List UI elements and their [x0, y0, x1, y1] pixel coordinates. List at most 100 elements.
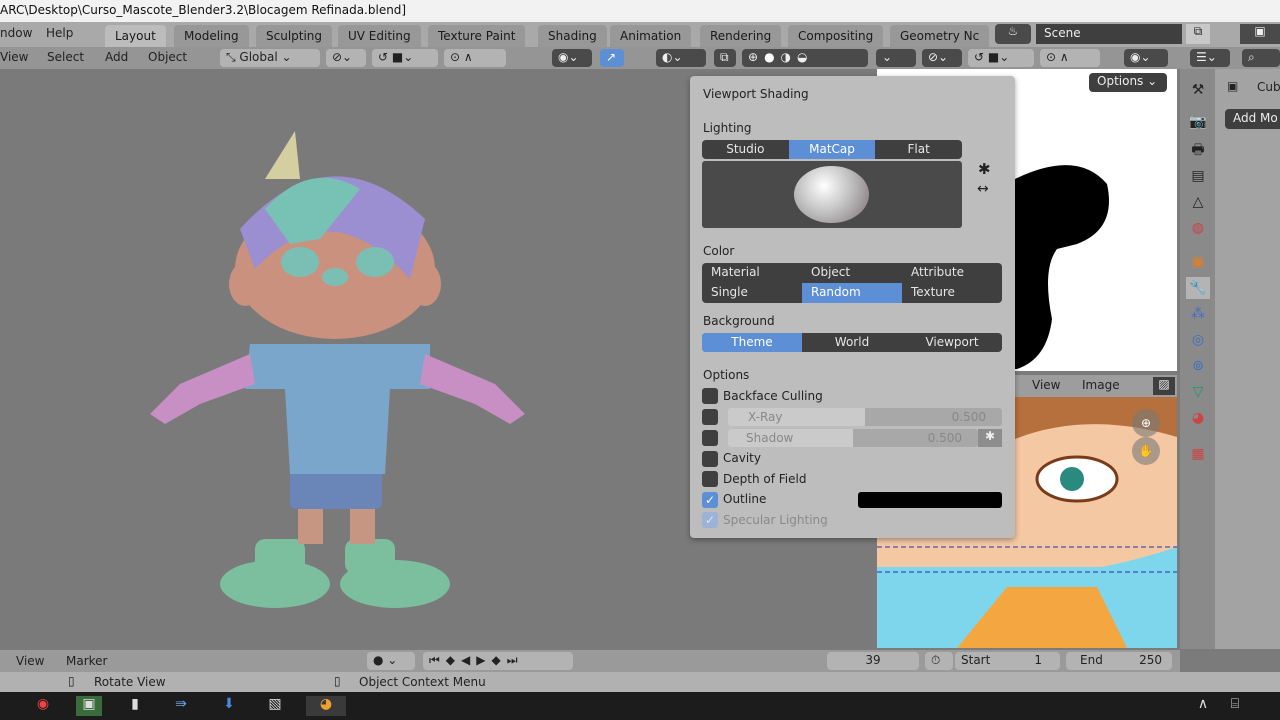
image-pivot[interactable]: ⊘⌄ — [922, 49, 962, 67]
start-frame-field[interactable]: Start 1 — [955, 652, 1060, 670]
shadow-checkbox[interactable] — [702, 430, 718, 446]
image-app-icon[interactable]: ▧ — [262, 696, 288, 716]
tray-chevron-icon[interactable]: ∧ — [1190, 696, 1216, 716]
background-world[interactable]: World — [802, 333, 902, 352]
workspace-tab-shading[interactable]: Shading — [538, 25, 607, 47]
image-proportional[interactable]: ⊙ ∧ — [1040, 49, 1100, 67]
image-menu-image[interactable]: Image — [1082, 378, 1120, 392]
menu-help[interactable]: Help — [46, 26, 73, 40]
scene-name-field[interactable]: Scene — [1036, 24, 1182, 44]
download-icon[interactable]: ⬇ — [216, 696, 242, 716]
color-texture[interactable]: Texture — [902, 283, 1002, 303]
color-single[interactable]: Single — [702, 283, 802, 303]
xray-toggle[interactable]: ⧉ — [714, 49, 736, 67]
view-layer-icon[interactable]: ▣ — [1240, 24, 1280, 44]
menu-object[interactable]: Object — [148, 50, 187, 64]
new-scene-icon[interactable]: ⧉ — [1186, 24, 1210, 44]
color-material[interactable]: Material — [702, 263, 802, 283]
depth-of-field-checkbox[interactable] — [702, 471, 718, 487]
outline-color-swatch[interactable] — [858, 492, 1002, 508]
file-icon[interactable]: ▮ — [122, 696, 148, 716]
specular-lighting-checkbox[interactable]: ✓ — [702, 512, 718, 528]
timeline-menu-marker[interactable]: Marker — [66, 654, 107, 668]
texture-tab-icon[interactable]: ▦ — [1186, 443, 1210, 465]
scene-tab-icon[interactable]: △ — [1186, 191, 1210, 213]
xray-slider[interactable]: X-Ray 0.500 — [728, 408, 1002, 426]
terminal-app-icon[interactable]: ▣ — [76, 696, 102, 716]
tool-tab-icon[interactable]: ⚒ — [1186, 79, 1210, 101]
add-modifier-button[interactable]: Add Mo — [1225, 109, 1280, 129]
hand-pan-icon[interactable]: ✋ — [1132, 437, 1160, 465]
matcap-preview[interactable] — [702, 161, 962, 228]
gizmo-toggle[interactable]: ↗ — [600, 49, 624, 67]
proportional-edit[interactable]: ⊙ ∧ — [444, 49, 506, 67]
chrome-icon[interactable]: ◉ — [30, 696, 56, 716]
view-layer-tab-icon[interactable]: ▤ — [1186, 165, 1210, 187]
menu-window[interactable]: ndow — [0, 26, 32, 40]
orientation-dropdown[interactable]: ⤡ Global ⌄ — [220, 49, 320, 67]
workspace-tab-layout[interactable]: Layout — [105, 25, 166, 47]
world-tab-icon[interactable]: ◍ — [1186, 217, 1210, 239]
outline-checkbox[interactable]: ✓ — [702, 492, 718, 508]
workspace-tab-compositing[interactable]: Compositing — [788, 25, 884, 47]
workspace-tab-animation[interactable]: Animation — [610, 25, 692, 47]
gear-icon[interactable]: ✱ — [978, 160, 991, 178]
visibility-dropdown[interactable]: ◉⌄ — [552, 49, 592, 67]
backface-culling-checkbox[interactable] — [702, 388, 718, 404]
end-frame-field[interactable]: End 250 — [1066, 652, 1172, 670]
menu-select[interactable]: Select — [47, 50, 84, 64]
workspace-tab-texture-paint[interactable]: Texture Paint — [428, 25, 526, 47]
workspace-tab-uv-editing[interactable]: UV Editing — [338, 25, 421, 47]
menu-add[interactable]: Add — [105, 50, 128, 64]
render-tab-icon[interactable]: 📷 — [1186, 111, 1210, 133]
object-tab-icon[interactable]: ▣ — [1186, 251, 1210, 273]
image-snap[interactable]: ↺ ■⌄ — [968, 49, 1034, 67]
pivot-dropdown[interactable]: ⊘⌄ — [326, 49, 366, 67]
lighting-flat[interactable]: Flat — [875, 140, 962, 159]
shadow-settings-gear-icon[interactable]: ✱ — [978, 429, 1002, 447]
lighting-studio[interactable]: Studio — [702, 140, 789, 159]
xray-checkbox[interactable] — [702, 409, 718, 425]
options-dropdown[interactable]: Options ⌄ — [1089, 73, 1167, 92]
menu-view[interactable]: View — [0, 50, 28, 64]
stopwatch-icon[interactable]: ⏱ — [925, 652, 953, 670]
workspace-tab-sculpting[interactable]: Sculpting — [256, 25, 333, 47]
lighting-matcap[interactable]: MatCap — [788, 140, 876, 159]
output-tab-icon[interactable]: 🖶 — [1186, 139, 1210, 161]
search-icon[interactable]: ⌕ — [1242, 49, 1280, 67]
workspace-tab-rendering[interactable]: Rendering — [700, 25, 782, 47]
modifier-tab-icon[interactable]: 🔧 — [1186, 277, 1210, 299]
current-frame-field[interactable]: 39 — [827, 652, 919, 670]
editor-type-icon[interactable]: ☰⌄ — [1190, 49, 1230, 67]
color-random[interactable]: Random — [802, 283, 902, 303]
color-object[interactable]: Object — [802, 263, 902, 283]
particles-tab-icon[interactable]: ⁂ — [1186, 303, 1210, 325]
color-attribute[interactable]: Attribute — [902, 263, 1002, 283]
data-tab-icon[interactable]: ▽ — [1186, 381, 1210, 403]
playback-controls[interactable]: ⏮◆◀▶◆⏭ — [423, 652, 573, 670]
physics-tab-icon[interactable]: ◎ — [1186, 329, 1210, 351]
background-viewport[interactable]: Viewport — [902, 333, 1002, 352]
record-button[interactable]: ● ⌄ — [367, 652, 415, 670]
solid-shading-icon[interactable]: ● — [764, 50, 780, 64]
timeline-menu-view[interactable]: View — [16, 654, 44, 668]
tray-icon[interactable]: ⌸ — [1222, 696, 1248, 716]
workspace-tab-modeling[interactable]: Modeling — [174, 25, 249, 47]
scene-icon[interactable]: ♨ — [995, 24, 1031, 44]
image-menu-view[interactable]: View — [1032, 378, 1060, 392]
flip-icon[interactable]: ↔ — [977, 181, 989, 197]
app-icon[interactable]: ⇛ — [168, 696, 194, 716]
image-browse-icon[interactable]: ▨ — [1153, 377, 1175, 395]
overlays-dropdown[interactable]: ◐⌄ — [656, 49, 706, 67]
blender-icon[interactable]: ◕ — [306, 696, 346, 716]
constraints-tab-icon[interactable]: ⊚ — [1186, 355, 1210, 377]
zoom-icon[interactable]: ⊕ — [1132, 409, 1160, 437]
cavity-checkbox[interactable] — [702, 451, 718, 467]
image-visibility[interactable]: ◉⌄ — [1124, 49, 1168, 67]
shading-modes[interactable]: ⊕●◑◒ — [742, 49, 868, 67]
shadow-slider[interactable]: Shadow 0.500 — [728, 429, 978, 447]
background-theme[interactable]: Theme — [702, 333, 802, 352]
snap-toggle[interactable]: ↺ ■⌄ — [372, 49, 438, 67]
image-header-dropdown[interactable]: ⌄ — [876, 49, 916, 67]
workspace-tab-geometry-nc[interactable]: Geometry Nc — [890, 25, 990, 47]
